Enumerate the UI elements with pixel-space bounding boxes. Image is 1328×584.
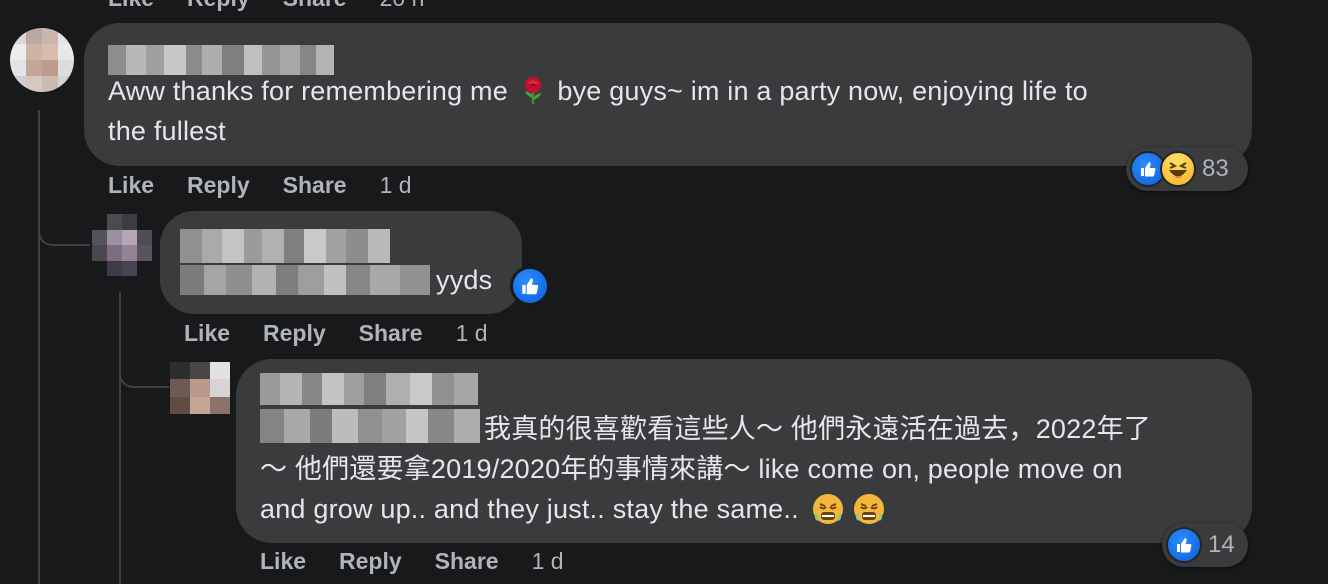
tired-face-emoji [852,492,886,526]
reply-link[interactable]: Reply [187,172,250,199]
comment-text-line3-wrap: and grow up.. and they just.. stay the s… [260,489,886,529]
thread-line-nested [119,292,121,584]
commenter-name-blurred[interactable] [180,229,390,263]
avatar[interactable] [10,28,74,92]
reaction-count: 83 [1202,155,1229,182]
like-icon[interactable] [510,266,550,306]
comment-text-line2: ～ 他們還要拿2019/2020年的事情來講～ like come on, pe… [260,454,1123,484]
commenter-name-blurred-2 [260,409,480,443]
comment-actions: Like Reply Share 1 d [260,548,564,575]
reaction-summary[interactable]: 83 [1126,147,1248,191]
reply-link[interactable]: Reply [187,0,250,12]
comment-text-line1b: bye guys~ im in a party now, enjoying li… [557,76,1088,106]
tired-face-emoji [811,492,845,526]
avatar[interactable] [170,362,230,414]
like-icon [1166,527,1202,563]
comment-text-line3: and grow up.. and they just.. stay the s… [260,494,799,524]
avatar[interactable] [92,214,152,276]
comment-actions-previous: Like Reply Share 20 h [108,0,424,12]
comment-bubble[interactable]: Aww thanks for remembering me bye guys~ … [84,23,1252,166]
thread-line-main [38,110,40,584]
timestamp[interactable]: 1 d [456,320,488,347]
comment-text-line1: 我真的很喜歡看這些人～ 他們永遠活在過去，2022年了 [484,414,1151,444]
comment-actions: Like Reply Share 1 d [184,320,488,347]
timestamp[interactable]: 20 h [380,0,425,12]
reply-link[interactable]: Reply [339,548,402,575]
haha-icon [1160,151,1196,187]
comment-text-line2: the fullest [108,116,226,146]
share-link[interactable]: Share [435,548,499,575]
comment-bubble[interactable]: yyds [160,211,522,314]
reaction-count: 14 [1208,531,1235,558]
comment-text: Aww thanks for remembering me bye guys~ … [108,71,1088,111]
like-link[interactable]: Like [108,0,154,12]
comment-text: yyds [436,265,493,295]
comment-actions: Like Reply Share 1 d [108,172,412,199]
timestamp[interactable]: 1 d [380,172,412,199]
rose-emoji [516,74,550,108]
share-link[interactable]: Share [359,320,423,347]
comment-text-line1: Aww thanks for remembering me [108,76,508,106]
thread-connector-reply-1 [38,200,90,246]
comment-bubble[interactable]: 我真的很喜歡看這些人～ 他們永遠活在過去，2022年了 ～ 他們還要拿2019/… [236,359,1252,543]
like-link[interactable]: Like [108,172,154,199]
share-link[interactable]: Share [283,0,347,12]
timestamp[interactable]: 1 d [532,548,564,575]
like-link[interactable]: Like [260,548,306,575]
commenter-name-blurred-2 [180,265,430,295]
commenter-name-blurred[interactable] [260,373,478,405]
reply-link[interactable]: Reply [263,320,326,347]
reaction-summary[interactable]: 14 [1162,523,1248,567]
thread-connector-reply-2 [119,340,169,388]
share-link[interactable]: Share [283,172,347,199]
like-link[interactable]: Like [184,320,230,347]
